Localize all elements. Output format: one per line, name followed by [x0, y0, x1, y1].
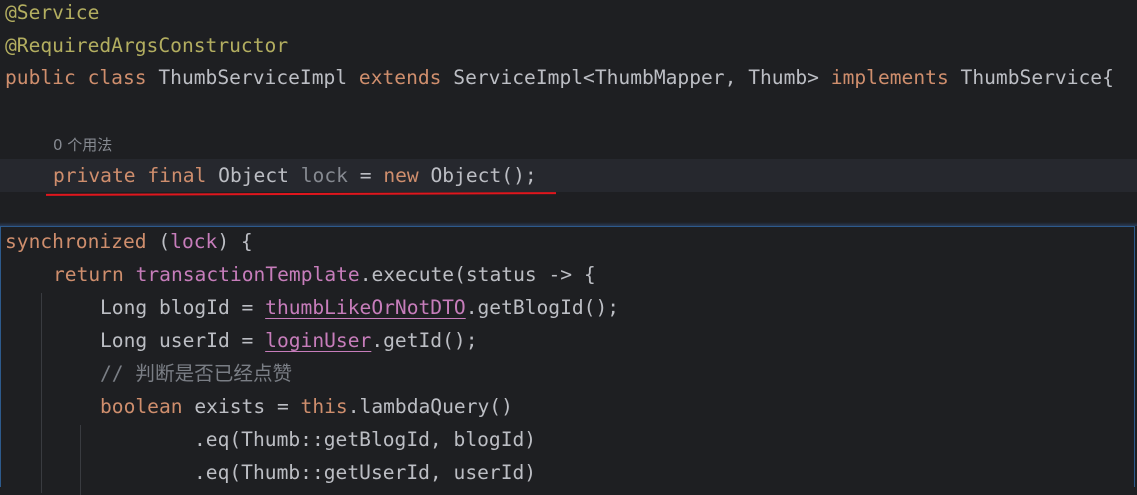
code-line: Long userId = loginUser.getId();	[100, 324, 478, 357]
constructor-call: Object();	[430, 164, 537, 187]
code-snippet-top: @Service @RequiredArgsConstructor public…	[0, 0, 1137, 222]
method-call: .lambdaQuery()	[347, 395, 513, 418]
captured-variable[interactable]: thumbLikeOrNotDTO	[265, 296, 466, 319]
field-reference: lock	[170, 230, 218, 253]
field-reference: transactionTemplate	[135, 263, 360, 286]
code-line: private final Object lock = new Object()…	[53, 159, 537, 192]
keyword: public	[5, 66, 76, 89]
code-line: Long blogId = thumbLikeOrNotDTO.getBlogI…	[100, 291, 619, 324]
captured-variable[interactable]: loginUser	[265, 329, 371, 352]
class-name: ThumbServiceImpl	[158, 66, 348, 89]
annotation: @RequiredArgsConstructor	[5, 34, 289, 57]
keyword: new	[383, 164, 419, 187]
code-line: return transactionTemplate.execute(statu…	[53, 258, 596, 291]
code-line: @RequiredArgsConstructor	[5, 29, 288, 62]
keyword: class	[87, 66, 147, 89]
red-underline-annotation	[45, 192, 557, 196]
method-call: .eq(Thumb::getBlogId, blogId)	[194, 428, 537, 451]
code-line: .eq(Thumb::getBlogId, blogId)	[194, 423, 536, 456]
method-call: .getBlogId();	[465, 296, 620, 319]
paren: (	[158, 230, 171, 253]
code-line: public class ThumbServiceImpl extends Se…	[5, 61, 1114, 94]
keyword: boolean	[100, 395, 183, 418]
usage-hint[interactable]: 0 个用法	[53, 127, 112, 160]
code-line: synchronized (lock) {	[5, 225, 253, 258]
declaration: exists =	[194, 395, 301, 418]
type: Object	[218, 164, 289, 187]
operator: =	[359, 164, 372, 187]
code-line: boolean exists = this.lambdaQuery()	[100, 390, 513, 423]
keyword: this	[300, 395, 348, 418]
keyword: final	[147, 164, 207, 187]
keyword: synchronized	[5, 230, 147, 253]
indent-guide	[80, 425, 81, 495]
usage-count-hint[interactable]: 0 个用法	[53, 136, 112, 154]
indent-guide	[41, 293, 42, 493]
paren: ) {	[217, 230, 253, 253]
type: ServiceImpl<ThumbMapper, Thumb>	[453, 66, 819, 89]
keyword: return	[53, 263, 124, 286]
code-line: @Service	[5, 0, 99, 29]
method-call: .execute(status -> {	[359, 263, 596, 286]
comment: // 判断是否已经点赞	[100, 362, 293, 385]
annotation: @Service	[5, 1, 100, 24]
keyword: implements	[830, 66, 949, 89]
keyword: private	[53, 164, 136, 187]
keyword: extends	[358, 66, 442, 89]
field-name: lock	[300, 164, 348, 187]
code-line: // 判断是否已经点赞	[100, 357, 292, 390]
declaration: Long blogId =	[100, 296, 266, 319]
code-snippet-bottom: synchronized (lock) { return transaction…	[0, 225, 1135, 495]
method-call: .getId();	[371, 329, 478, 352]
type: ThumbService{	[960, 66, 1114, 89]
declaration: Long userId =	[100, 329, 266, 352]
